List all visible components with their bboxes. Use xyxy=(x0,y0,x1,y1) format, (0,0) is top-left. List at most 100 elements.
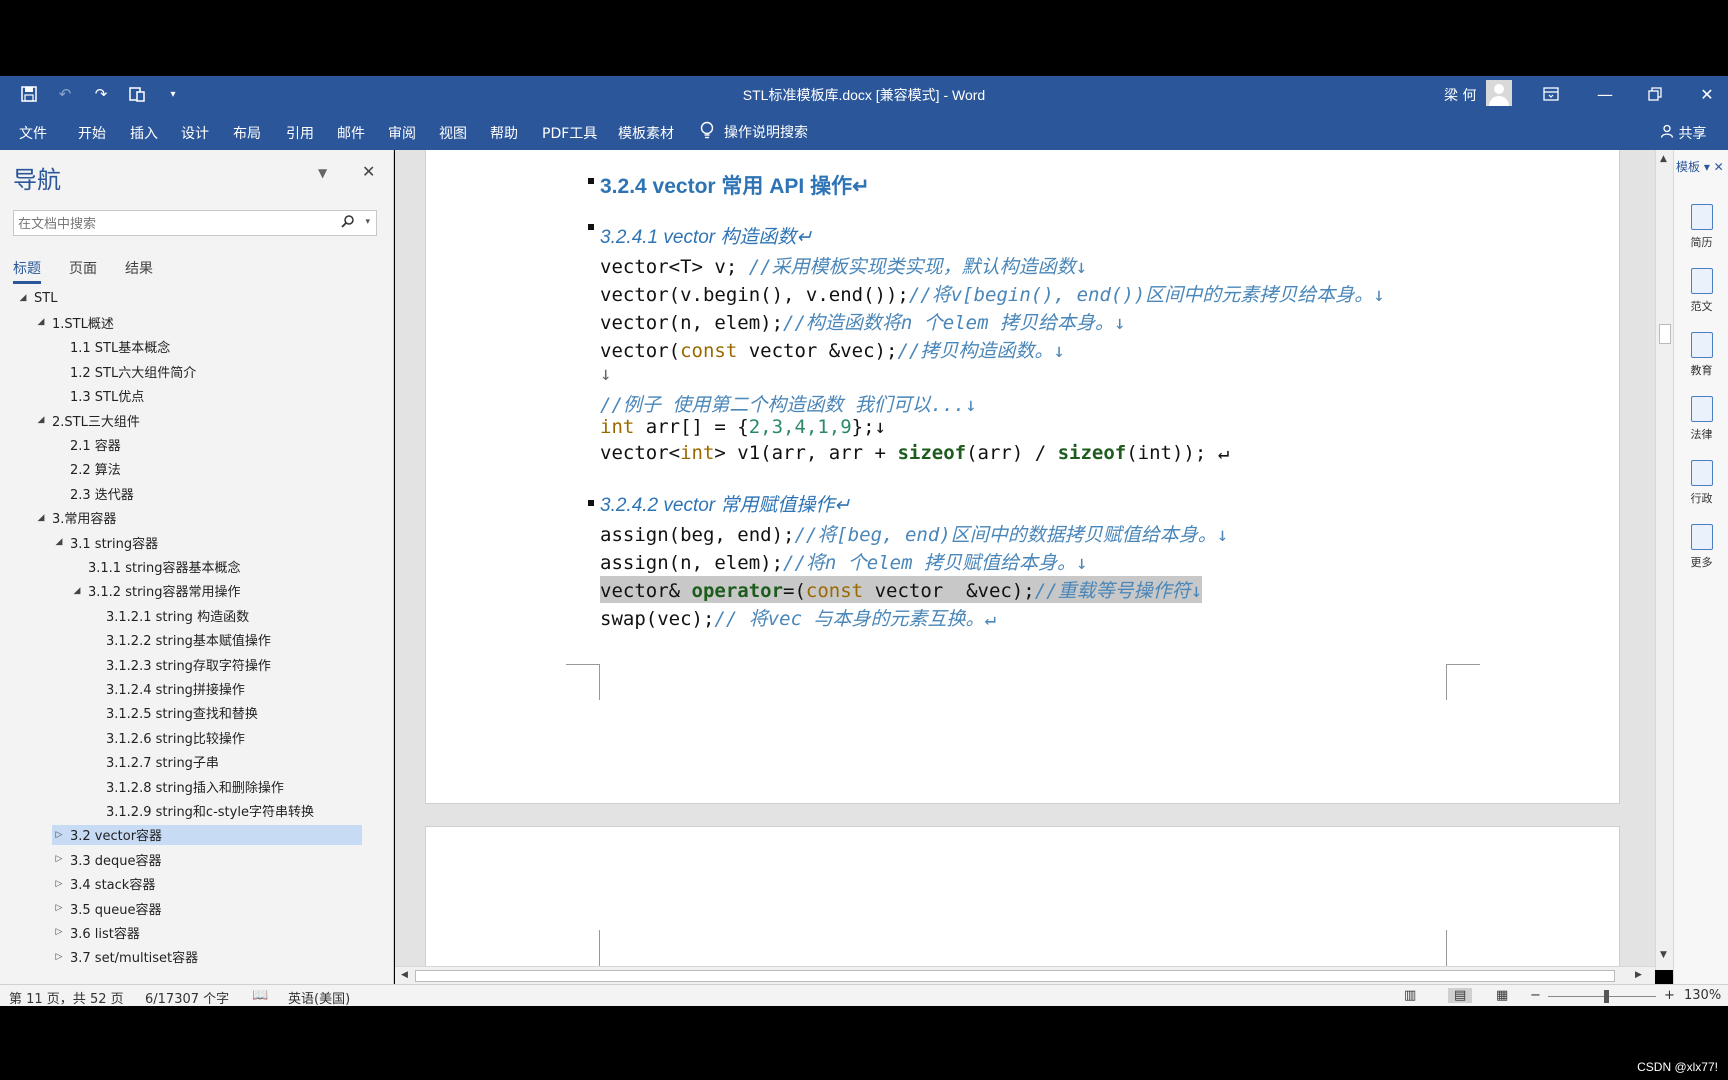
template-pane-title[interactable]: 模板 ▾ ✕ xyxy=(1676,158,1724,175)
nav-tree-item[interactable]: 2.2 算法 xyxy=(52,459,121,479)
tab-layout[interactable]: 布局 xyxy=(233,123,261,143)
scroll-right-icon[interactable]: ▶ xyxy=(1635,970,1642,980)
nav-tree-item[interactable]: ◢ STL xyxy=(16,288,58,308)
share-button[interactable]: 共享 xyxy=(1660,123,1706,143)
zoom-in-icon[interactable]: + xyxy=(1664,988,1675,1003)
tab-home[interactable]: 开始 xyxy=(78,123,106,143)
tab-view[interactable]: 视图 xyxy=(439,123,467,143)
tab-file[interactable]: 文件 xyxy=(19,123,47,143)
expand-icon[interactable]: ▷ xyxy=(52,952,66,962)
expand-icon[interactable]: ▷ xyxy=(52,830,66,840)
nav-tree-item[interactable]: 3.1.2.1 string 构造函数 xyxy=(88,605,249,625)
code-line-selected[interactable]: vector& operator=(const vector &vec);//重… xyxy=(600,576,1203,603)
nav-tree-item[interactable]: 3.1.2.8 string插入和删除操作 xyxy=(88,776,284,796)
user-name[interactable]: 梁 何 xyxy=(1444,85,1476,105)
avatar[interactable] xyxy=(1486,80,1512,106)
close-icon[interactable]: ✕ xyxy=(1714,160,1724,174)
tab-insert[interactable]: 插入 xyxy=(130,123,158,143)
nav-tree-item[interactable]: 2.3 迭代器 xyxy=(52,483,134,503)
nav-tree-item[interactable]: ◢ 3.1.2 string容器常用操作 xyxy=(70,581,241,601)
nav-tab-headings[interactable]: 标题 xyxy=(13,258,41,284)
nav-tree-item[interactable]: 3.1.2.2 string基本赋值操作 xyxy=(88,630,271,650)
expand-icon[interactable]: ▷ xyxy=(52,854,66,864)
restore-icon[interactable] xyxy=(1640,80,1670,108)
scroll-left-icon[interactable]: ◀ xyxy=(401,970,408,980)
scroll-down-icon[interactable]: ▼ xyxy=(1660,950,1667,960)
tab-mailings[interactable]: 邮件 xyxy=(337,123,365,143)
nav-tree-item[interactable]: 3.1.2.5 string查找和替换 xyxy=(88,703,258,723)
code-comment[interactable]: //例子 使用第二个构造函数 我们可以...↓ xyxy=(600,390,977,417)
heading-3-2-4-2[interactable]: 3.2.4.2 vector 常用赋值操作↵ xyxy=(600,490,850,517)
nav-tree-item[interactable]: ▷ 3.6 list容器 xyxy=(52,922,140,942)
nav-tree-item[interactable]: ◢ 3.1 string容器 xyxy=(52,532,159,552)
nav-tree-item[interactable]: ▷ 3.2 vector容器 xyxy=(52,824,362,845)
nav-tree-item[interactable]: 3.1.2.3 string存取字符操作 xyxy=(88,654,271,674)
tab-pdf-tools[interactable]: PDF工具 xyxy=(542,123,597,143)
nav-tree-item[interactable]: ▷ 3.5 queue容器 xyxy=(52,898,162,918)
code-line[interactable]: assign(n, elem);//将n 个elem 拷贝赋值给本身。↓ xyxy=(600,548,1087,575)
scroll-up-icon[interactable]: ▲ xyxy=(1660,154,1667,164)
code-line[interactable]: vector<T> v; //采用模板实现类实现，默认构造函数↓ xyxy=(600,252,1087,279)
horizontal-scrollbar[interactable]: ◀ ▶ xyxy=(395,966,1655,984)
read-mode-icon[interactable]: ▥ xyxy=(1404,988,1416,1003)
code-line[interactable]: assign(beg, end);//将[beg, end)区间中的数据拷贝赋值… xyxy=(600,520,1228,547)
tab-help[interactable]: 帮助 xyxy=(490,123,518,143)
template-resume[interactable]: 简历 xyxy=(1674,204,1728,250)
template-education[interactable]: 教育 xyxy=(1674,332,1728,378)
print-layout-icon[interactable]: ▤ xyxy=(1448,988,1473,1003)
nav-tree-item[interactable]: 1.3 STL优点 xyxy=(52,386,144,406)
template-law[interactable]: 法律 xyxy=(1674,396,1728,442)
ribbon-display-options-icon[interactable] xyxy=(1536,80,1566,108)
template-more[interactable]: 更多 xyxy=(1674,524,1728,570)
nav-tree-item[interactable]: 1.1 STL基本概念 xyxy=(52,337,170,357)
code-line[interactable]: swap(vec);// 将vec 与本身的元素互换。↵ xyxy=(600,604,996,631)
tab-template-material[interactable]: 模板素材 xyxy=(618,123,674,143)
code-line[interactable]: int arr[] = {2,3,4,1,9};↓ xyxy=(600,416,886,438)
nav-tree-item[interactable]: 3.1.2.7 string子串 xyxy=(88,752,219,772)
collapse-icon[interactable]: ◢ xyxy=(34,415,48,425)
language[interactable]: 英语(美国) xyxy=(288,988,350,1007)
nav-pane-close-icon[interactable]: ✕ xyxy=(362,162,375,181)
vertical-scroll-thumb[interactable] xyxy=(1659,324,1671,344)
code-line[interactable]: vector(const vector &vec);//拷贝构造函数。↓ xyxy=(600,336,1065,363)
tell-me-search[interactable]: 操作说明搜索 xyxy=(700,121,808,143)
proofing-icon[interactable]: 📖 xyxy=(252,988,268,1003)
word-count[interactable]: 6/17307 个字 xyxy=(145,988,229,1007)
code-line[interactable]: vector(v.begin(), v.end());//将v[begin(),… xyxy=(600,280,1385,307)
web-layout-icon[interactable]: ▦ xyxy=(1496,988,1508,1003)
page-count[interactable]: 第 11 页，共 52 页 xyxy=(9,988,124,1007)
collapse-icon[interactable]: ◢ xyxy=(70,586,84,596)
expand-icon[interactable]: ▷ xyxy=(52,927,66,937)
nav-tree-item[interactable]: ◢ 1.STL概述 xyxy=(34,312,114,332)
horizontal-scroll-thumb[interactable] xyxy=(415,970,1615,982)
nav-tree-item[interactable]: ▷ 3.7 set/multiset容器 xyxy=(52,947,199,967)
code-line[interactable]: vector(n, elem);//构造函数将n 个elem 拷贝给本身。↓ xyxy=(600,308,1125,335)
nav-tree-item[interactable]: 1.2 STL六大组件简介 xyxy=(52,361,196,381)
expand-icon[interactable]: ▷ xyxy=(52,879,66,889)
collapse-icon[interactable]: ◢ xyxy=(52,537,66,547)
nav-search-input[interactable] xyxy=(14,211,324,235)
zoom-slider-thumb[interactable] xyxy=(1604,990,1609,1003)
nav-tree-item[interactable]: 3.1.2.4 string拼接操作 xyxy=(88,678,245,698)
collapse-icon[interactable]: ◢ xyxy=(16,293,30,303)
nav-tree-item[interactable]: 2.1 容器 xyxy=(52,434,121,454)
close-icon[interactable]: ✕ xyxy=(1692,80,1722,108)
vertical-scrollbar[interactable]: ▲ ▼ xyxy=(1655,150,1673,970)
nav-tree-item[interactable]: 3.1.2.6 string比较操作 xyxy=(88,727,245,747)
code-line[interactable]: vector<int> v1(arr, arr + sizeof(arr) / … xyxy=(600,442,1229,464)
tab-review[interactable]: 审阅 xyxy=(388,123,416,143)
nav-tree-item[interactable]: ◢ 3.常用容器 xyxy=(34,508,117,528)
tab-design[interactable]: 设计 xyxy=(181,123,209,143)
heading-3-2-4[interactable]: 3.2.4 vector 常用 API 操作↵ xyxy=(600,170,870,200)
nav-tree-item[interactable]: ▷ 3.4 stack容器 xyxy=(52,874,156,894)
search-icon[interactable] xyxy=(341,215,354,232)
minimize-icon[interactable]: — xyxy=(1590,80,1620,108)
nav-pane-menu-icon[interactable]: ▼ xyxy=(318,166,327,180)
nav-tree-item[interactable]: ◢ 2.STL三大组件 xyxy=(34,410,140,430)
heading-3-2-4-1[interactable]: 3.2.4.1 vector 构造函数↵ xyxy=(600,222,812,249)
collapse-icon[interactable]: ◢ xyxy=(34,317,48,327)
collapse-icon[interactable]: ◢ xyxy=(34,513,48,523)
zoom-out-icon[interactable]: − xyxy=(1530,988,1541,1003)
zoom-slider-track[interactable] xyxy=(1548,996,1656,997)
template-administration[interactable]: 行政 xyxy=(1674,460,1728,506)
